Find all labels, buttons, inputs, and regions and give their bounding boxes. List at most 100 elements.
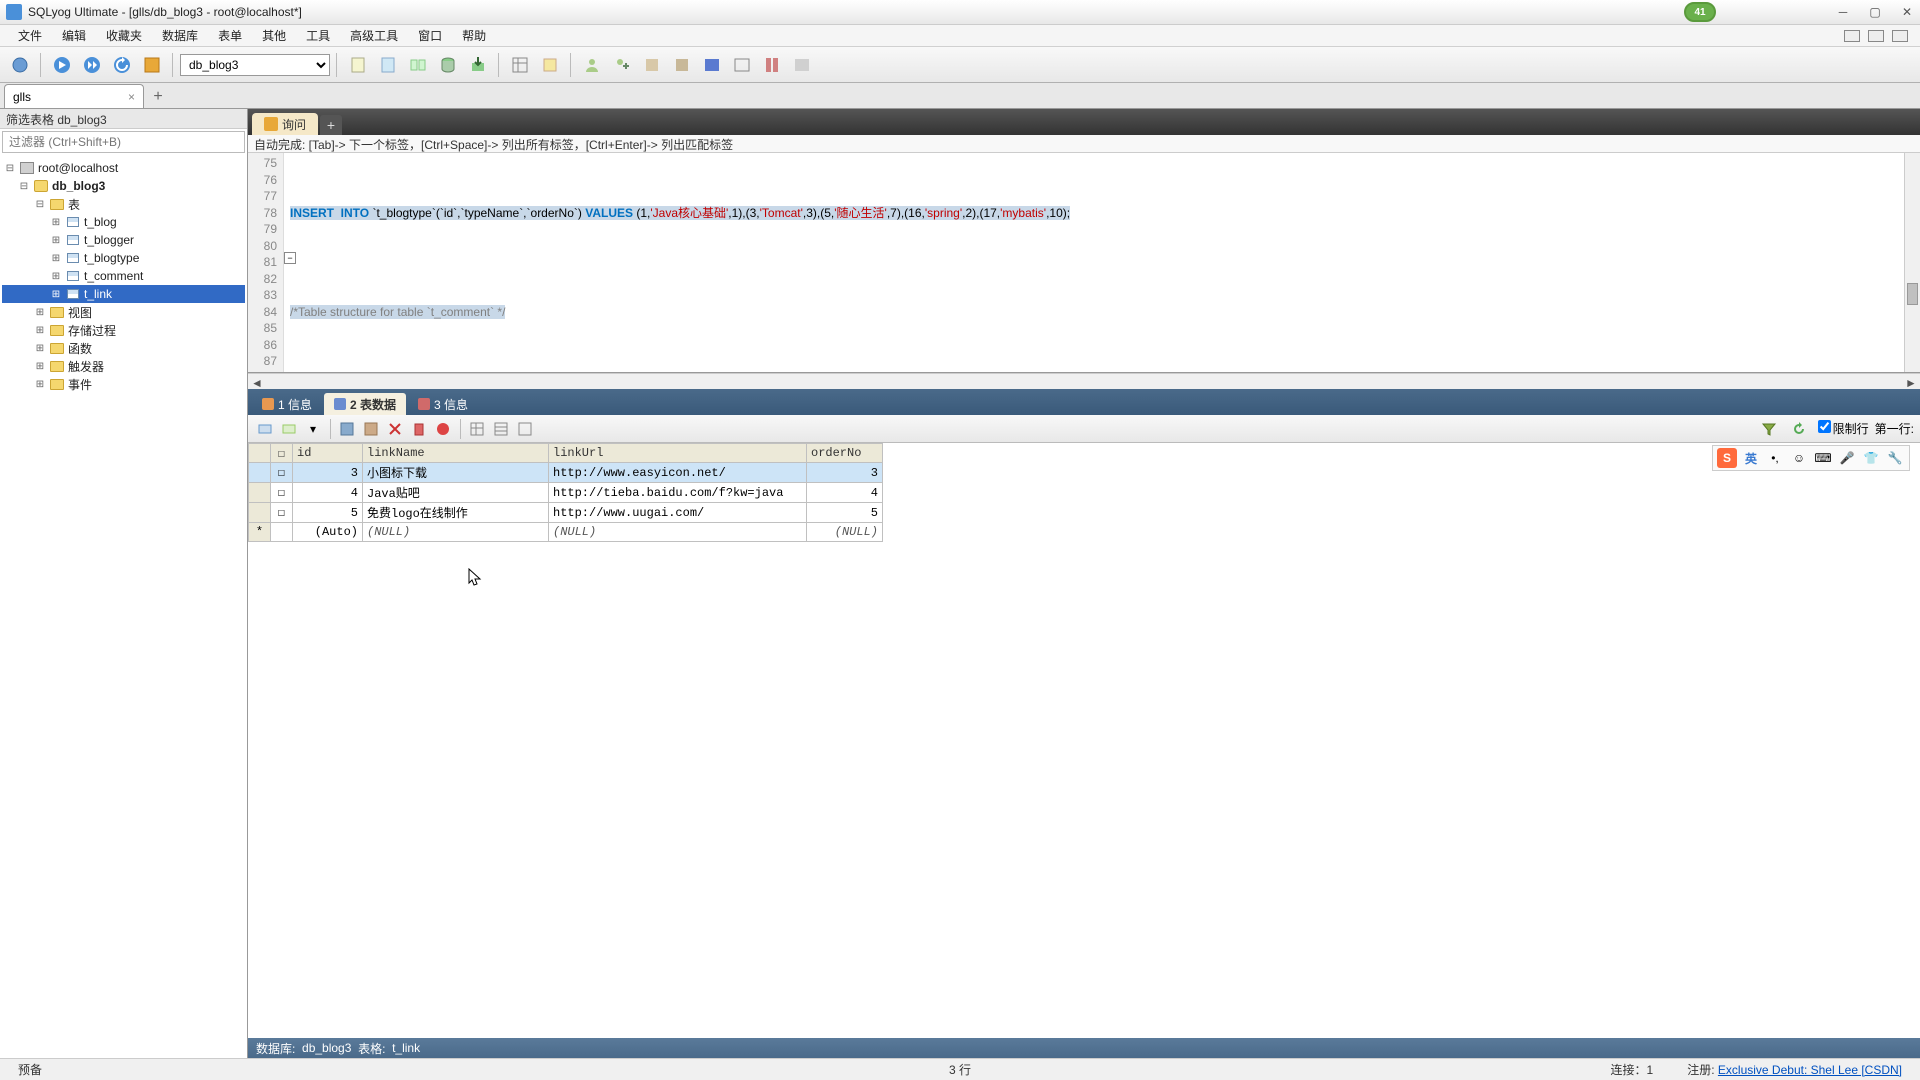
registration-link[interactable]: Exclusive Debut: Shel Lee [CSDN] (1718, 1063, 1902, 1077)
close-tab-icon[interactable]: × (128, 90, 135, 104)
result-tab-info1[interactable]: 1 信息 (252, 393, 322, 415)
limit-rows-checkbox[interactable]: 限制行 (1818, 420, 1869, 437)
delete-row-button[interactable] (384, 418, 406, 440)
tree-table-item[interactable]: ⊞t_blog (2, 213, 245, 231)
refresh-button[interactable] (108, 51, 136, 79)
ime-keyboard-icon[interactable]: ⌨ (1813, 448, 1833, 468)
table-row[interactable]: ☐ 3 小图标下载 http://www.easyicon.net/ 3 (249, 463, 883, 483)
table-row-new[interactable]: * (Auto) (NULL) (NULL) (NULL) (249, 523, 883, 542)
query-builder-button[interactable] (374, 51, 402, 79)
filter-icon[interactable] (1758, 418, 1780, 440)
save-row-button[interactable] (336, 418, 358, 440)
data-grid[interactable]: ☐ id linkName linkUrl orderNo ☐ 3 小图标下载 … (248, 443, 1920, 1038)
backup-button[interactable] (434, 51, 462, 79)
close-button[interactable]: ✕ (1900, 5, 1914, 19)
tool-button-1[interactable] (638, 51, 666, 79)
table-diag-button[interactable] (506, 51, 534, 79)
tool-button-5[interactable] (758, 51, 786, 79)
editor-vscrollbar[interactable] (1904, 153, 1920, 372)
menu-database[interactable]: 数据库 (152, 25, 208, 46)
tool-button-6[interactable] (788, 51, 816, 79)
col-orderno[interactable]: orderNo (807, 444, 883, 463)
menu-help[interactable]: 帮助 (452, 25, 496, 46)
query-tab[interactable]: 询问 (252, 113, 318, 135)
tree-tables-folder[interactable]: ⊟表 (2, 195, 245, 213)
menu-tools[interactable]: 工具 (296, 25, 340, 46)
tree-server[interactable]: ⊟root@localhost (2, 159, 245, 177)
grid-view-button[interactable] (466, 418, 488, 440)
menu-window[interactable]: 窗口 (408, 25, 452, 46)
user-manager-button[interactable] (578, 51, 606, 79)
tree-views-folder[interactable]: ⊞视图 (2, 303, 245, 321)
schema-sync-button[interactable] (138, 51, 166, 79)
database-select[interactable]: db_blog3 (180, 54, 330, 76)
tree-procs-folder[interactable]: ⊞存储过程 (2, 321, 245, 339)
text-view-button[interactable] (514, 418, 536, 440)
menu-file[interactable]: 文件 (8, 25, 52, 46)
maximize-button[interactable]: ▢ (1868, 5, 1882, 19)
result-tab-info2[interactable]: 3 信息 (408, 393, 478, 415)
tree-events-folder[interactable]: ⊞事件 (2, 375, 245, 393)
result-tab-data[interactable]: 2 表数据 (324, 393, 406, 415)
table-row[interactable]: ☐ 4 Java贴吧 http://tieba.baidu.com/f?kw=j… (249, 483, 883, 503)
new-connection-button[interactable] (6, 51, 34, 79)
insert-row-button[interactable] (254, 418, 276, 440)
tool-button-3[interactable] (698, 51, 726, 79)
ime-voice-icon[interactable]: 🎤 (1837, 448, 1857, 468)
delete-all-button[interactable] (408, 418, 430, 440)
new-query-button[interactable] (344, 51, 372, 79)
tool-button-4[interactable] (728, 51, 756, 79)
sql-editor[interactable]: 75767778798081828384858687 − INSERT INTO… (248, 153, 1920, 373)
mdi-restore-button[interactable] (1868, 30, 1884, 42)
cancel-button[interactable] (360, 418, 382, 440)
add-user-button[interactable] (608, 51, 636, 79)
dropdown-button[interactable]: ▾ (302, 418, 324, 440)
row-header (249, 444, 271, 463)
mdi-close-button[interactable] (1892, 30, 1908, 42)
schema-designer-button[interactable] (404, 51, 432, 79)
ime-tool-icon[interactable]: 🔧 (1885, 448, 1905, 468)
minimize-button[interactable]: ─ (1836, 5, 1850, 19)
menu-favorites[interactable]: 收藏夹 (96, 25, 152, 46)
tree-table-item-selected[interactable]: ⊞t_link (2, 285, 245, 303)
menu-edit[interactable]: 编辑 (52, 25, 96, 46)
tree-triggers-folder[interactable]: ⊞触发器 (2, 357, 245, 375)
fold-icon[interactable]: − (284, 252, 296, 264)
tree-table-item[interactable]: ⊞t_blogger (2, 231, 245, 249)
tree-table-item[interactable]: ⊞t_comment (2, 267, 245, 285)
mdi-minimize-button[interactable] (1844, 30, 1860, 42)
stop-button[interactable] (432, 418, 454, 440)
ime-punct-icon[interactable]: •, (1765, 448, 1785, 468)
menu-powertools[interactable]: 高级工具 (340, 25, 408, 46)
execute-all-button[interactable] (78, 51, 106, 79)
duplicate-row-button[interactable] (278, 418, 300, 440)
col-id[interactable]: id (293, 444, 363, 463)
table-row[interactable]: ☐ 5 免费logo在线制作 http://www.uugai.com/ 5 (249, 503, 883, 523)
notification-badge[interactable]: 41 (1684, 2, 1716, 22)
menu-table[interactable]: 表单 (208, 25, 252, 46)
ime-lang-icon[interactable]: 英 (1741, 448, 1761, 468)
ime-emoji-icon[interactable]: ☺ (1789, 448, 1809, 468)
tree-database[interactable]: ⊟db_blog3 (2, 177, 245, 195)
add-connection-button[interactable]: + (146, 86, 170, 108)
col-linkurl[interactable]: linkUrl (549, 444, 807, 463)
filter-input[interactable] (2, 131, 245, 153)
form-view-button[interactable] (490, 418, 512, 440)
tree-table-item[interactable]: ⊞t_blogtype (2, 249, 245, 267)
ime-toolbar[interactable]: S 英 •, ☺ ⌨ 🎤 👕 🔧 (1712, 445, 1910, 471)
editor-hscrollbar[interactable]: ◄► (248, 373, 1920, 389)
menu-other[interactable]: 其他 (252, 25, 296, 46)
col-linkname[interactable]: linkName (363, 444, 549, 463)
tree-funcs-folder[interactable]: ⊞函数 (2, 339, 245, 357)
ime-skin-icon[interactable]: 👕 (1861, 448, 1881, 468)
import-button[interactable] (464, 51, 492, 79)
checkbox-header[interactable]: ☐ (271, 444, 293, 463)
ime-sogou-icon[interactable]: S (1717, 448, 1737, 468)
code-area[interactable]: − INSERT INTO `t_blogtype`(`id`,`typeNam… (284, 153, 1920, 372)
flush-button[interactable] (536, 51, 564, 79)
refresh-result-button[interactable] (1788, 418, 1810, 440)
connection-tab[interactable]: glls × (4, 84, 144, 108)
add-query-tab-button[interactable]: + (320, 115, 342, 135)
execute-query-button[interactable] (48, 51, 76, 79)
tool-button-2[interactable] (668, 51, 696, 79)
